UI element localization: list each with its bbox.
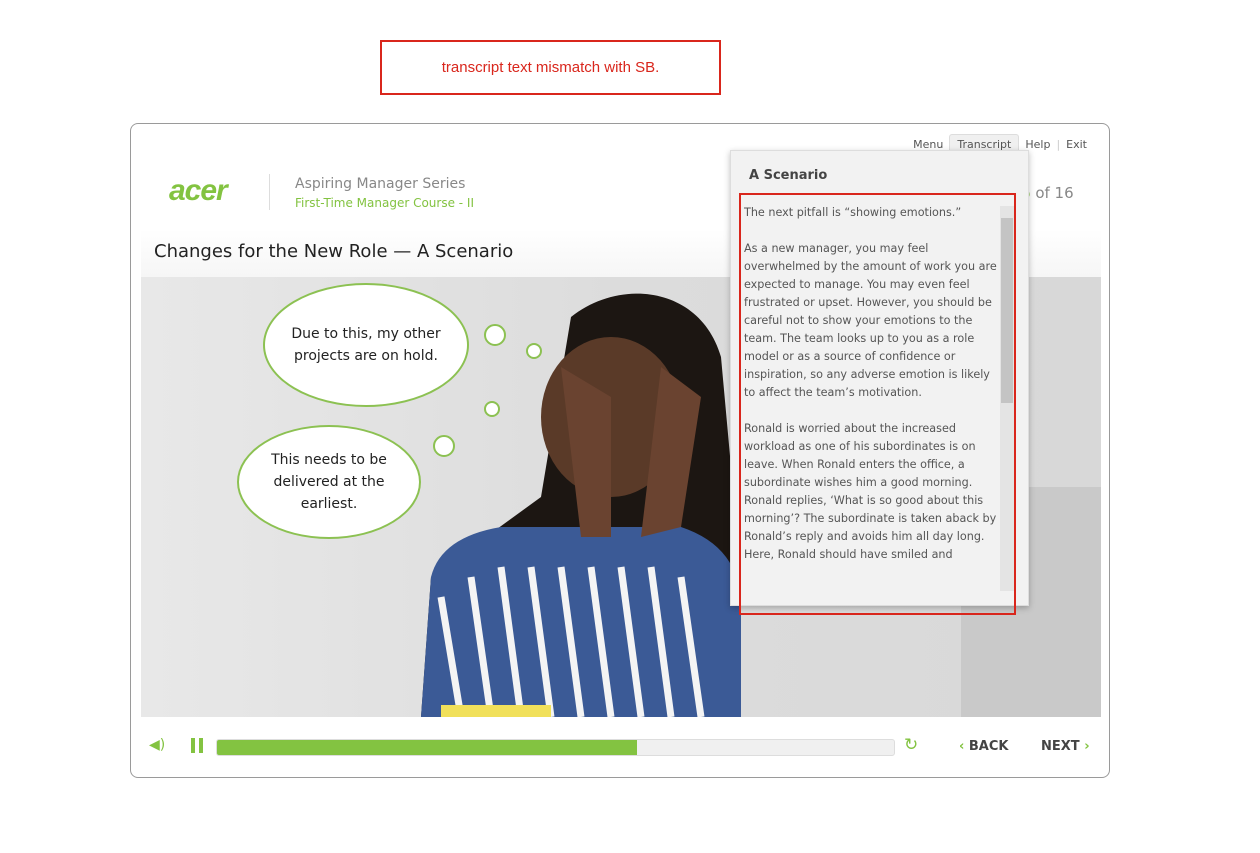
player-controls: ◀) ↻ ‹ BACK NEXT › <box>131 729 1111 769</box>
page-total: of 16 <box>1035 184 1074 202</box>
course-title: First-Time Manager Course - II <box>295 196 475 210</box>
back-button[interactable]: ‹ BACK <box>959 739 1008 754</box>
transcript-heading: A Scenario <box>749 168 828 183</box>
back-label: BACK <box>968 739 1009 754</box>
next-label: NEXT <box>1041 739 1080 754</box>
chevron-right-icon: › <box>1084 739 1090 754</box>
replay-icon[interactable]: ↻ <box>904 735 918 755</box>
thought-bubble-2: This needs to be delivered at the earlie… <box>237 425 421 539</box>
menu-link[interactable]: Menu <box>907 138 949 151</box>
pause-icon[interactable] <box>191 738 195 753</box>
slide-title: Changes for the New Role — A Scenario <box>154 241 514 262</box>
review-highlight-box <box>739 193 1016 615</box>
bubble-dot <box>484 401 500 417</box>
bubble-dot <box>433 435 455 457</box>
volume-icon[interactable]: ◀) <box>149 737 165 753</box>
progress-bar[interactable] <box>216 739 895 756</box>
divider <box>269 174 270 210</box>
review-annotation: transcript text mismatch with SB. <box>380 40 721 95</box>
next-button[interactable]: NEXT › <box>1041 739 1090 754</box>
help-link[interactable]: Help <box>1019 138 1056 151</box>
bubble-dot <box>526 343 542 359</box>
chevron-left-icon: ‹ <box>959 739 965 754</box>
series-title: Aspiring Manager Series <box>295 176 466 192</box>
thought-bubble-1: Due to this, my other projects are on ho… <box>263 283 469 407</box>
exit-link[interactable]: Exit <box>1060 138 1093 151</box>
bubble-dot <box>484 324 506 346</box>
acer-logo: acer <box>169 174 228 207</box>
progress-fill <box>217 740 637 755</box>
